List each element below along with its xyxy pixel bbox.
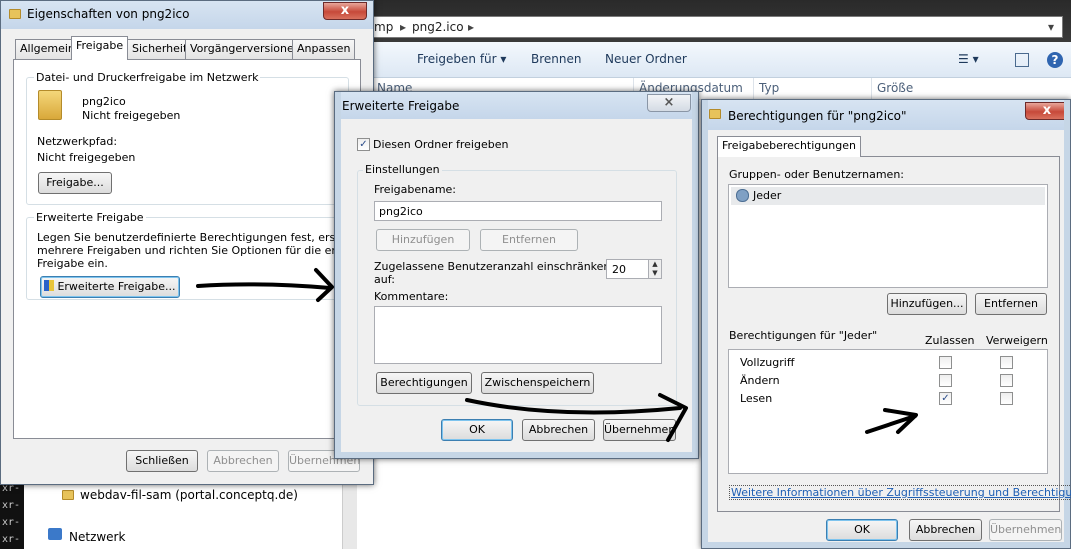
arrow-head [658, 393, 688, 442]
tab-sharing[interactable]: Freigabe [71, 36, 129, 60]
tab-share-permissions[interactable]: Freigabeberechtigungen [717, 136, 861, 157]
arrow-to-advanced [196, 282, 332, 290]
arrow-to-permissions [465, 398, 682, 415]
annotation-arrows [196, 268, 918, 442]
arrow-head [314, 268, 334, 302]
